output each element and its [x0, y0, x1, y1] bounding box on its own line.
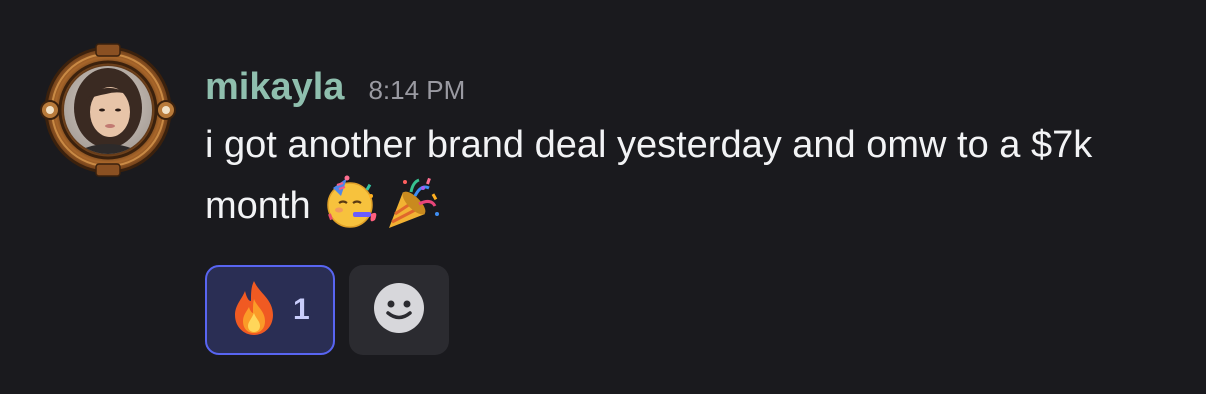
message-text: i got another brand deal yesterday and o… [205, 116, 1186, 235]
add-reaction-button[interactable] [349, 265, 449, 355]
username[interactable]: mikayla [205, 58, 344, 116]
party-popper-emoji [383, 174, 441, 232]
message-content: mikayla 8:14 PM i got another brand deal… [205, 58, 1186, 355]
reaction-fire[interactable]: 1 [205, 265, 335, 355]
message-header: mikayla 8:14 PM [205, 58, 1186, 116]
reaction-bar: 1 [205, 265, 1186, 355]
avatar[interactable] [36, 38, 180, 182]
chat-message: mikayla 8:14 PM i got another brand deal… [0, 0, 1206, 394]
timestamp: 8:14 PM [368, 75, 466, 105]
reaction-count: 1 [293, 293, 310, 326]
smiley-icon [373, 282, 425, 339]
fire-icon [229, 279, 279, 342]
partying-face-emoji [323, 174, 381, 232]
